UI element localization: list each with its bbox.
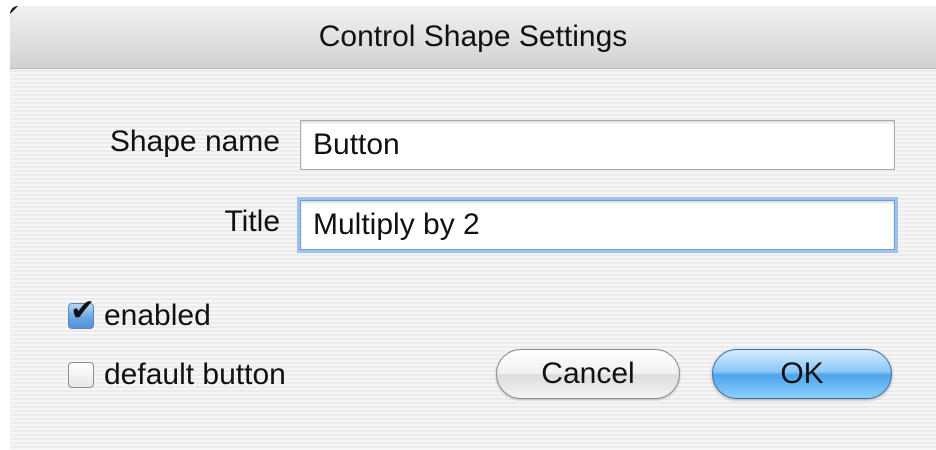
window-title: Control Shape Settings [318,20,628,53]
title-label: Title [224,205,280,238]
title-input[interactable] [300,200,895,250]
enabled-label[interactable]: enabled [104,299,211,333]
default-button-label[interactable]: default button [104,358,286,392]
shape-name-input[interactable] [300,120,895,170]
default-button-checkbox[interactable] [68,362,94,388]
enabled-option[interactable]: ✔ enabled [68,294,211,338]
dialog-window: Control Shape Settings Shape name Title … [10,6,936,450]
checkmark-icon: ✔ [70,293,96,328]
title-bar[interactable]: Control Shape Settings [10,6,936,69]
enabled-checkbox[interactable]: ✔ [68,296,95,329]
default-button-option[interactable]: default button [68,353,286,397]
shape-name-label: Shape name [109,125,280,158]
cancel-button[interactable]: Cancel [496,349,680,399]
ok-button[interactable]: OK [712,349,892,399]
